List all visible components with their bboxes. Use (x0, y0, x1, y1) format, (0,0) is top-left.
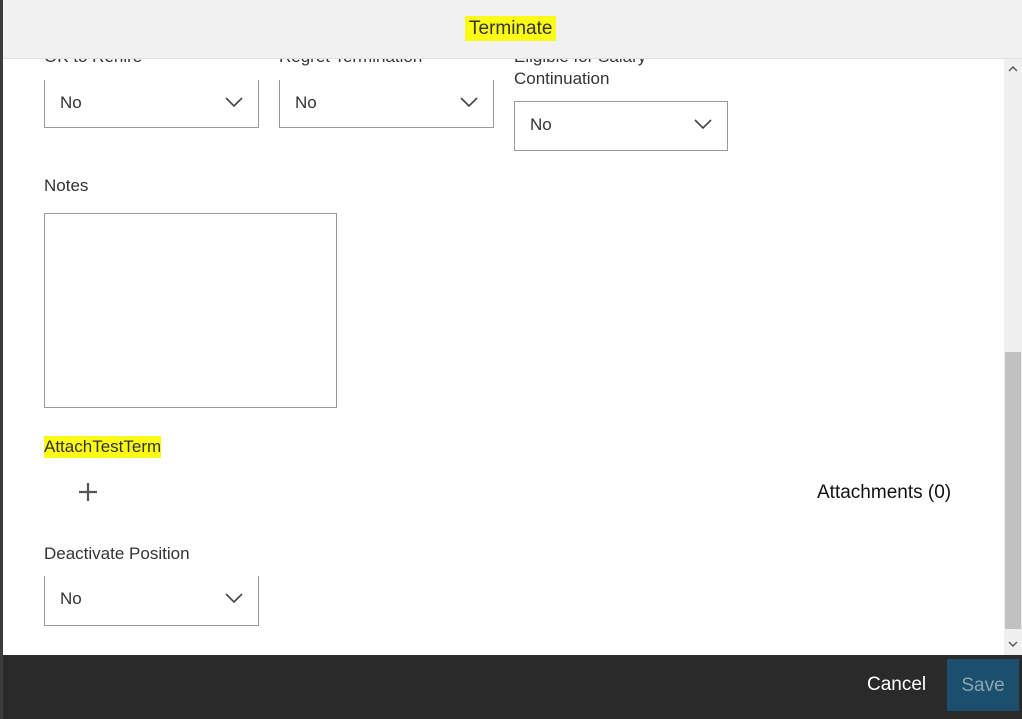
save-button[interactable]: Save (947, 659, 1019, 711)
regret-termination-value: No (295, 93, 317, 112)
dialog-header: Terminate (3, 0, 1022, 59)
dialog-content: OK to Rehire Regret Termination Eligible… (3, 59, 1003, 655)
scrollbar-thumb[interactable] (1005, 352, 1021, 629)
eligible-salary-continuation-value: No (530, 115, 552, 134)
chevron-down-icon (225, 593, 243, 604)
plus-icon[interactable] (77, 481, 99, 503)
dialog-footer: Cancel Save (3, 655, 1022, 719)
chevron-down-icon (460, 97, 478, 108)
notes-textarea[interactable] (44, 213, 337, 408)
attachment-section-label: AttachTestTerm (44, 436, 162, 458)
cancel-button[interactable]: Cancel (853, 671, 940, 699)
ok-to-rehire-value: No (60, 93, 82, 112)
chevron-up-icon[interactable] (1008, 64, 1018, 74)
regret-termination-select[interactable]: No (279, 80, 494, 128)
dialog-title: Terminate (465, 16, 557, 41)
deactivate-position-label: Deactivate Position (44, 544, 190, 563)
vertical-scrollbar[interactable] (1004, 59, 1022, 655)
eligible-salary-continuation-label-line1: Eligible for Salary (514, 59, 646, 68)
regret-termination-label: Regret Termination (279, 59, 422, 68)
chevron-down-icon (694, 119, 712, 130)
terminate-dialog: Terminate OK to Rehire Regret Terminatio… (3, 0, 1022, 719)
eligible-salary-continuation-select[interactable]: No (514, 101, 728, 151)
chevron-down-icon[interactable] (1008, 639, 1018, 649)
notes-label: Notes (44, 176, 89, 195)
attachments-count[interactable]: Attachments (0) (817, 481, 951, 505)
deactivate-position-select[interactable]: No (44, 576, 259, 626)
eligible-salary-continuation-label-line2: Continuation (514, 69, 610, 88)
chevron-down-icon (225, 97, 243, 108)
ok-to-rehire-label: OK to Rehire (44, 59, 142, 68)
ok-to-rehire-select[interactable]: No (44, 80, 259, 128)
deactivate-position-value: No (60, 589, 82, 608)
